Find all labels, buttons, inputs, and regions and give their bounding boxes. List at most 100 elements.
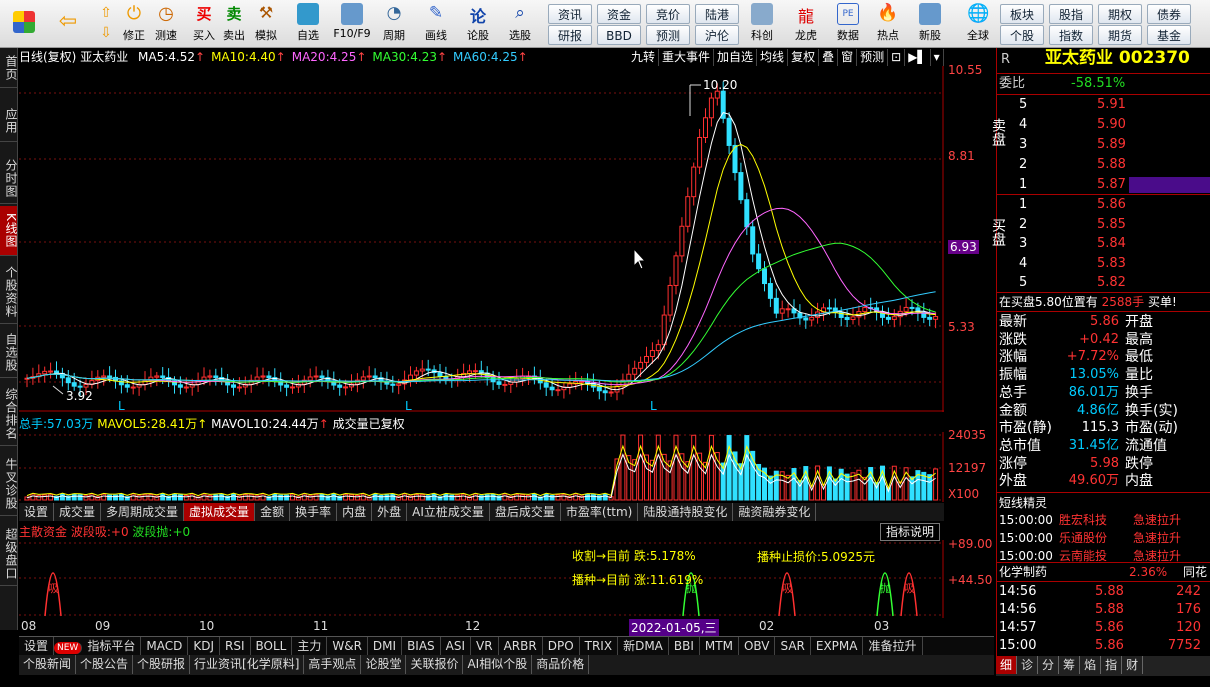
simulate-button[interactable]: ⚒ 模拟 [250,3,282,45]
nine-turn-button[interactable]: 九转 [628,49,660,66]
bottom-tab-2[interactable]: 指标平台 [82,637,142,655]
bottom-tab-9[interactable]: DMI [368,637,403,655]
global-button[interactable]: 🌐 全球 [962,3,994,45]
forum-button[interactable]: 论论股 [462,3,494,45]
indicator-tab-6[interactable]: 内盘 [337,503,373,521]
buy-level[interactable]: 4 5.83 [997,255,1201,273]
adjust-button[interactable]: 复权 [788,49,820,66]
alert-row[interactable]: 15:00:00 胜宏科技 急速拉升 [997,511,1201,529]
bbd-button[interactable]: BBD [597,25,641,45]
options-button[interactable]: 期权 [1098,4,1142,24]
buy-level[interactable]: 2 5.85 [997,216,1201,234]
bottom-tab-13[interactable]: ARBR [499,637,543,655]
ipo-button[interactable]: 新股 [914,3,946,45]
forecast-button[interactable]: 预测 [646,25,690,45]
kline-chart[interactable] [19,66,944,412]
research-button[interactable]: 研报 [548,25,592,45]
ma-button[interactable]: 均线 [757,49,789,66]
indicator-tab-7[interactable]: 外盘 [372,503,408,521]
short-term-wizard-title[interactable]: 短线精灵 [999,494,1203,512]
news-tab-3[interactable]: 行业资讯[化学原料] [190,655,305,674]
news-tab-0[interactable]: 个股新闻 [19,655,77,674]
data-button[interactable]: PE 数据 [832,3,864,45]
draw-line-button[interactable]: ✎ 画线 [420,3,452,45]
indicator-tab-2[interactable]: 多周期成交量 [101,503,185,521]
bottom-tab-16[interactable]: 新DMA [618,637,669,655]
nav-intraday[interactable]: 分时图 [0,154,18,204]
predict-button[interactable]: 预测 [857,49,889,66]
bottom-tab-17[interactable]: BBI [669,637,700,655]
chart-period[interactable]: 日线(复权) [19,50,76,64]
buy-level[interactable]: 1 5.86 [997,196,1201,214]
indicator-tab-10[interactable]: 市盈率(ttm) [561,503,639,521]
indicator-tab-11[interactable]: 陆股通持股变化 [638,503,734,521]
quote-tab-0[interactable]: 细 [996,656,1018,674]
news-tab-8[interactable]: 商品价格 [532,655,590,674]
speed-test-button[interactable]: ◷ 测速 [150,3,182,45]
indicator-tab-1[interactable]: 成交量 [54,503,102,521]
window-button[interactable]: 窗 [838,49,858,66]
quote-tab-3[interactable]: 筹 [1059,656,1081,674]
sector-name[interactable]: 化学制药 [999,563,1099,581]
shanghai-london-button[interactable]: 沪伦 [695,25,739,45]
expand-icon[interactable]: ▶▌ [905,49,931,66]
news-tab-5[interactable]: 论股堂 [361,655,407,674]
sell-level[interactable]: 2 5.88 [997,156,1201,174]
alert-row[interactable]: 15:00:00 乐通股份 急速拉升 [997,529,1201,547]
bottom-tab-5[interactable]: RSI [220,637,251,655]
dragon-tiger-button[interactable]: 龍龙虎 [790,3,822,45]
buy-level[interactable]: 3 5.84 [997,235,1201,253]
bottom-tab-20[interactable]: SAR [775,637,811,655]
nav-watchlist[interactable]: 自选股 [0,328,18,378]
indicator-tab-3[interactable]: 虚拟成交量 [184,503,256,521]
quote-tab-2[interactable]: 分 [1038,656,1060,674]
bottom-tab-10[interactable]: BIAS [402,637,441,655]
back-icon[interactable]: ⇦ [52,3,84,45]
news-button[interactable]: 资讯 [548,4,592,24]
indicator-tab-4[interactable]: 金额 [255,503,291,521]
nav-home[interactable]: 首页 [0,48,18,88]
news-tab-1[interactable]: 个股公告 [76,655,134,674]
nav-kline[interactable]: K线图 [0,206,18,256]
logo-icon[interactable] [8,3,40,45]
add-watchlist-button[interactable]: 加自选 [714,49,758,66]
index-futures-button[interactable]: 股指 [1049,4,1093,24]
bottom-tab-3[interactable]: MACD [141,637,189,655]
nav-stock-info[interactable]: 个股资料 [0,260,18,324]
indicator-tab-8[interactable]: AI立桩成交量 [407,503,490,521]
quote-tab-4[interactable]: 焰 [1080,656,1102,674]
news-tab-2[interactable]: 个股研报 [133,655,191,674]
major-events-button[interactable]: 重大事件 [659,49,715,66]
indicator-tab-12[interactable]: 融资融券变化 [733,503,817,521]
quote-tab-1[interactable]: 诊 [1017,656,1039,674]
nav-super-tape[interactable]: 超级盘口 [0,522,18,586]
overlay-button[interactable]: 叠 [819,49,839,66]
sell-level[interactable]: 3 5.89 [997,136,1201,154]
sell-level[interactable]: 1 5.87 [997,176,1210,194]
bottom-tab-19[interactable]: OBV [739,637,776,655]
lock-icon[interactable]: ⊡ [888,49,906,66]
bottom-tab-0[interactable]: 设置 [19,637,55,655]
hot-button[interactable]: 🔥 热点 [872,3,904,45]
period-button[interactable]: ◔ 周期 [378,3,410,45]
bottom-tab-11[interactable]: ASI [441,637,472,655]
sell-level[interactable]: 4 5.90 [997,116,1201,134]
bottom-tab-15[interactable]: TRIX [580,637,619,655]
auction-button[interactable]: 竞价 [646,4,690,24]
bottom-tab-7[interactable]: 主力 [292,637,328,655]
bottom-tab-1[interactable]: NEW [54,642,83,654]
capital-button[interactable]: 资金 [597,4,641,24]
bottom-tab-12[interactable]: VR [471,637,499,655]
stocks-button[interactable]: 个股 [1000,25,1044,45]
buy-level[interactable]: 5 5.82 [997,274,1201,292]
modify-button[interactable]: ⏻ 修正 [118,3,150,45]
hk-connect-button[interactable]: 陆港 [695,4,739,24]
indices-button[interactable]: 指数 [1049,25,1093,45]
sell-level[interactable]: 5 5.91 [997,96,1201,114]
sector-button[interactable]: 板块 [1000,4,1044,24]
bottom-tab-8[interactable]: W&R [327,637,368,655]
indicator-explain-button[interactable]: 指标说明 [880,523,940,541]
bottom-tab-18[interactable]: MTM [700,637,739,655]
watchlist-button[interactable]: 自选 [292,3,324,45]
indicator-tab-5[interactable]: 换手率 [290,503,338,521]
